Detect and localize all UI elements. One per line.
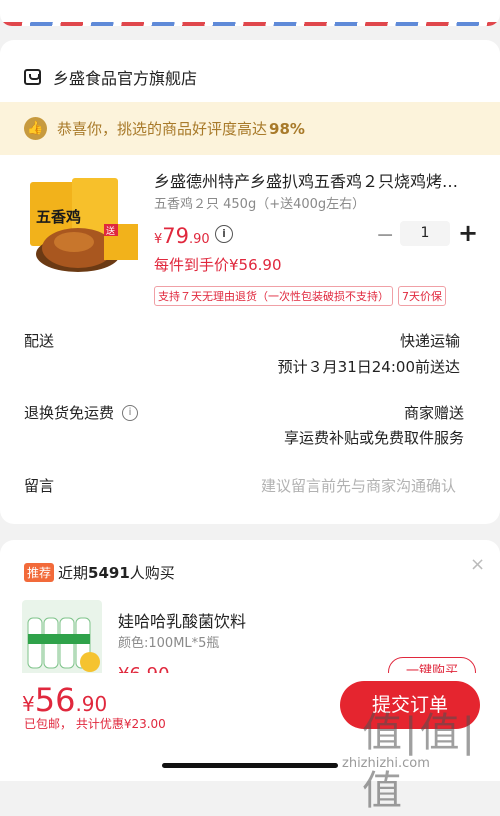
watermark-url: zhizhizhi.com — [342, 756, 430, 771]
return-shipping-row[interactable]: 退换货免运费 i 商家赠送 享运费补贴或免费取件服务 — [24, 402, 476, 448]
return-value-secondary: 享运费补贴或免费取件服务 — [283, 429, 464, 447]
recommend-product-image[interactable] — [22, 600, 102, 680]
product-image[interactable]: 五香鸡 送 — [28, 174, 144, 276]
praise-percent: 98% — [269, 120, 305, 138]
address-stripe-decoration — [0, 22, 500, 26]
close-icon[interactable]: × — [470, 554, 485, 575]
per-item-price: 每件到手价¥56.90 — [154, 256, 282, 274]
recommend-badge: 推荐 — [24, 563, 55, 582]
gift-label: 送 — [106, 225, 115, 237]
delivery-method: 快递运输 — [399, 332, 460, 350]
service-tags: 支持７天无理由退货（一次性包装破损不支持） 7天价保 — [154, 286, 451, 306]
total-price: ¥ 56 .90 — [22, 681, 108, 719]
address-card[interactable] — [0, 0, 500, 26]
info-icon[interactable]: i — [122, 404, 139, 421]
home-indicator — [162, 763, 338, 768]
quantity-input[interactable]: 1 — [400, 221, 450, 246]
recommend-product-title[interactable]: 娃哈哈乳酸菌饮料 — [118, 608, 246, 632]
recommendation-card: 推荐 近期5491人购买 × 娃哈哈乳酸菌饮料 颜色:100ML*5瓶 ¥6.9… — [0, 540, 500, 690]
order-card: 乡盛食品官方旗舰店 👍 恭喜你，挑选的商品好评度高达 98% 五香鸡 送 乡盛德州… — [0, 40, 500, 524]
shop-row[interactable]: 乡盛食品官方旗舰店 — [24, 65, 197, 89]
return-shipping-label: 退换货免运费 i — [24, 402, 139, 423]
product-spec[interactable]: 五香鸡２只 450g（+送400g左右） — [154, 193, 365, 212]
thumbs-up-icon: 👍 — [24, 117, 47, 140]
product-price: ¥ 79 .90 — [154, 224, 210, 248]
delivery-eta: 预计３月31日24:00前送达 — [277, 358, 460, 376]
total-discount-note: 已包邮， 共计优惠¥23.00 — [24, 717, 166, 731]
price-protection-tag[interactable]: 7天价保 — [398, 286, 446, 306]
remark-row[interactable]: 留言 建议留言前先与商家沟通确认 — [24, 475, 476, 499]
praise-text: 恭喜你，挑选的商品好评度高达 98% — [57, 120, 305, 138]
remark-label: 留言 — [24, 477, 55, 495]
recommend-purchase-count: 近期5491人购买 — [58, 564, 175, 582]
product-title[interactable]: 乡盛德州特产乡盛扒鸡五香鸡２只烧鸡烤… — [154, 168, 476, 192]
recommend-product-spec: 颜色:100ML*5瓶 — [118, 636, 220, 651]
delivery-row[interactable]: 配送 快递运输 预计３月31日24:00前送达 — [24, 330, 476, 376]
quantity-minus-button[interactable]: − — [376, 223, 394, 248]
return-policy-tag[interactable]: 支持７天无理由退货（一次性包装破损不支持） — [154, 286, 393, 306]
remark-input[interactable]: 建议留言前先与商家沟通确认 — [261, 475, 456, 496]
shop-icon — [24, 69, 41, 85]
shop-name: 乡盛食品官方旗舰店 — [53, 69, 198, 88]
praise-bar: 👍 恭喜你，挑选的商品好评度高达 98% — [0, 102, 500, 155]
quantity-plus-button[interactable]: + — [458, 219, 478, 247]
delivery-label: 配送 — [24, 332, 55, 350]
price-info-icon[interactable]: i — [215, 225, 233, 243]
product-image-text: 五香鸡 — [36, 208, 81, 226]
return-value-primary: 商家赠送 — [403, 404, 464, 422]
